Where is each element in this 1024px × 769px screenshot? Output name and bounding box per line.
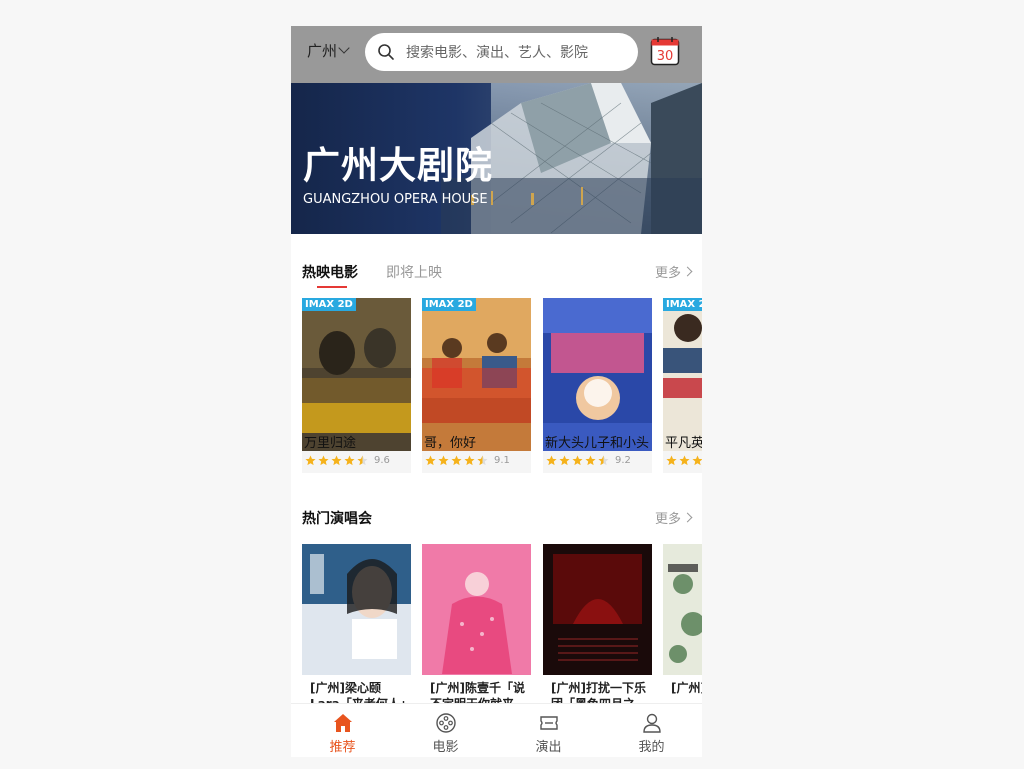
movie-poster: IMAX 2D: [422, 298, 531, 451]
star-icon: [451, 455, 462, 466]
half-star-icon: [598, 455, 609, 466]
star-icon: [572, 455, 583, 466]
movie-rating: 9.6: [305, 455, 390, 466]
city-label: 广州: [307, 42, 338, 60]
movie-card[interactable]: IMAX 2D 万里归途 9.6: [302, 298, 411, 473]
tab-movies[interactable]: 电影: [394, 704, 497, 757]
movie-poster: [543, 298, 652, 451]
star-icon: [331, 455, 342, 466]
movie-score: 9.6: [374, 455, 390, 466]
star-icon: [464, 455, 475, 466]
tab-active-indicator: [317, 286, 347, 288]
movie-name: 新大头儿子和小头: [545, 436, 650, 451]
star-icon: [585, 455, 596, 466]
chevron-right-icon: [682, 266, 693, 277]
movie-card[interactable]: 新大头儿子和小头 9.2: [543, 298, 652, 473]
star-icon: [305, 455, 316, 466]
star-icon: [679, 455, 690, 466]
movie-score: 9.2: [615, 455, 631, 466]
film-reel-icon: [435, 713, 456, 733]
show-title: [广州]孙琦: [671, 681, 702, 695]
show-list: [广州]梁心颐Lara「来者何人」 [广州]陈壹千「说不定明天你就来了」: [302, 544, 702, 709]
banner-title: 广州大剧院: [303, 144, 493, 187]
show-card[interactable]: [广州]孙琦: [663, 544, 702, 709]
ticket-icon: [539, 716, 558, 730]
shows-section-header: 热门演唱会 更多: [302, 504, 693, 534]
star-icon: [666, 455, 677, 466]
calendar-icon[interactable]: 30: [650, 36, 680, 66]
movie-name: 平凡英: [665, 436, 702, 451]
show-card[interactable]: [广州]梁心颐Lara「来者何人」: [302, 544, 412, 709]
calendar-day: 30: [657, 49, 674, 64]
more-label: 更多: [654, 266, 681, 281]
tab-shows[interactable]: 演出: [497, 704, 600, 757]
star-icon: [692, 455, 702, 466]
star-icon: [344, 455, 355, 466]
movie-list: IMAX 2D 万里归途 9.6 IMAX 2D 哥，你好 9.1 新大头儿子和…: [302, 298, 702, 473]
show-poster: [302, 544, 411, 675]
show-poster: [663, 544, 702, 675]
show-poster: [543, 544, 652, 675]
show-card[interactable]: [广州]陈壹千「说不定明天你就来了」: [422, 544, 531, 709]
show-card[interactable]: [广州]打扰一下乐团「黑色四月之: [543, 544, 652, 709]
tab-recommend[interactable]: 推荐: [291, 704, 394, 757]
movie-rating: [666, 455, 702, 466]
movie-rating: 9.1: [425, 455, 510, 466]
movie-name: 万里归途: [304, 436, 357, 451]
movie-name: 哥，你好: [424, 436, 477, 451]
movie-card[interactable]: IMAX 2D 平凡英: [663, 298, 702, 473]
show-poster: [422, 544, 531, 675]
search-box[interactable]: 搜索电影、演出、艺人、影院: [365, 33, 638, 71]
city-selector[interactable]: 广州: [307, 40, 350, 61]
tab-label: 演出: [535, 740, 562, 755]
imax-badge: IMAX 2D: [422, 298, 476, 311]
movies-more-link[interactable]: 更多: [654, 262, 693, 281]
movie-card[interactable]: IMAX 2D 哥，你好 9.1: [422, 298, 531, 473]
star-icon: [425, 455, 436, 466]
tab-now-showing[interactable]: 热映电影: [302, 262, 358, 282]
search-icon: [378, 44, 394, 60]
top-bar: 广州 搜索电影、演出、艺人、影院 30: [291, 26, 702, 83]
tab-label: 我的: [638, 740, 665, 755]
shows-more-link[interactable]: 更多: [654, 508, 693, 527]
tab-mine[interactable]: 我的: [600, 704, 702, 757]
tab-label: 电影: [432, 740, 459, 755]
star-icon: [559, 455, 570, 466]
bottom-tab-bar: 推荐 电影 演出 我的: [291, 703, 702, 757]
banner-carousel[interactable]: 广州大剧院 GUANGZHOU OPERA HOUSE: [291, 83, 702, 234]
movie-score: 9.1: [494, 455, 510, 466]
half-star-icon: [357, 455, 368, 466]
more-label: 更多: [654, 512, 681, 527]
app-screen: 广州 搜索电影、演出、艺人、影院 30 广州大剧院 GUANGZHOU OPER…: [291, 26, 702, 757]
half-star-icon: [477, 455, 488, 466]
user-icon: [642, 713, 661, 733]
shows-section-title: 热门演唱会: [302, 511, 372, 527]
chevron-down-icon: [338, 42, 350, 54]
home-icon: [333, 714, 352, 732]
movies-section-header: 热映电影 即将上映 更多: [302, 258, 693, 288]
movie-poster: IMAX 2D: [663, 298, 702, 451]
chevron-right-icon: [682, 512, 693, 523]
movie-poster: IMAX 2D: [302, 298, 411, 451]
tab-label: 推荐: [329, 740, 356, 755]
star-icon: [546, 455, 557, 466]
movie-rating: 9.2: [546, 455, 631, 466]
star-icon: [318, 455, 329, 466]
banner-subtitle: GUANGZHOU OPERA HOUSE: [303, 192, 488, 207]
star-icon: [438, 455, 449, 466]
tab-coming-soon[interactable]: 即将上映: [386, 262, 442, 282]
search-placeholder: 搜索电影、演出、艺人、影院: [406, 45, 588, 61]
imax-badge: IMAX 2D: [302, 298, 356, 311]
imax-badge: IMAX 2D: [663, 298, 702, 311]
